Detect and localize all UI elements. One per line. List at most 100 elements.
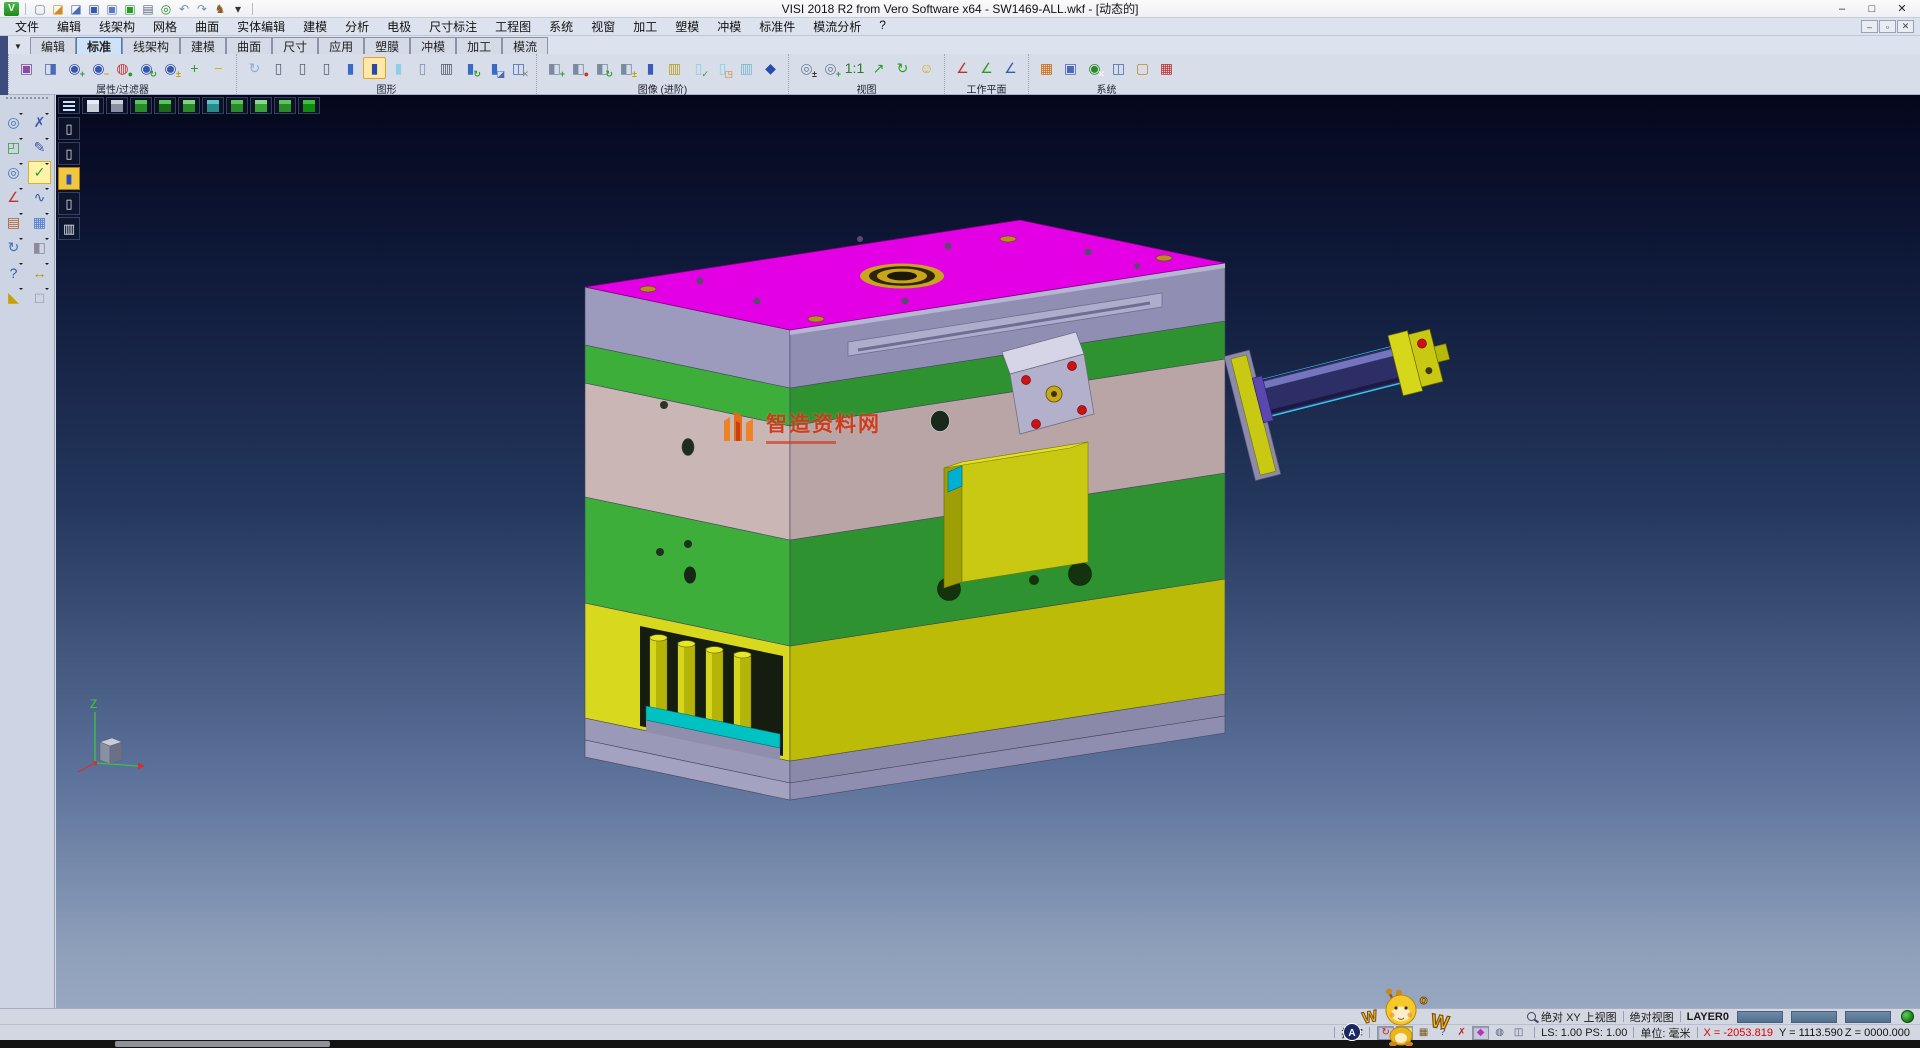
sidebar-tool-icon[interactable]: ◻ <box>28 286 51 309</box>
toolbar-icon[interactable]: ▮ <box>387 57 410 79</box>
toolbar-icon[interactable]: ◧ ↻ <box>591 57 614 79</box>
quick-access-icon[interactable]: ◪ <box>68 1 84 16</box>
toolbar-tab[interactable]: 加工 <box>456 37 502 54</box>
sidebar-tool-icon[interactable]: ↻ <box>2 236 25 259</box>
toolbar-icon[interactable]: ◉ ± <box>159 57 182 79</box>
render-mode-button[interactable]: ▯ <box>58 117 80 140</box>
quick-access-icon[interactable]: ▣ <box>122 1 138 16</box>
menu-item[interactable]: 编辑 <box>48 17 90 36</box>
fill-color-swatch[interactable] <box>1845 1011 1891 1023</box>
toolbar-icon[interactable]: ▮ ↻ <box>459 57 482 79</box>
render-mode-button[interactable]: ▥ <box>58 217 80 240</box>
toolbar-icon[interactable]: ▦ <box>1155 57 1178 79</box>
toolbar-tab[interactable]: 模流 <box>502 37 548 54</box>
quick-access-icon[interactable]: ▾ <box>230 1 246 16</box>
sidebar-tool-icon[interactable]: ◣ <box>2 286 25 309</box>
render-mode-button[interactable]: ▯ <box>58 192 80 215</box>
view-orientation-button[interactable] <box>250 97 272 114</box>
toolbar-icon[interactable]: ∠ <box>951 57 974 79</box>
sidebar-drag-handle[interactable] <box>6 97 48 105</box>
toolbar-tab[interactable]: 编辑 <box>30 37 76 54</box>
toolbar-icon[interactable]: ▥ <box>663 57 686 79</box>
sidebar-tool-icon[interactable]: ✗ <box>28 111 51 134</box>
menu-item[interactable]: 曲面 <box>186 17 228 36</box>
toolbar-icon[interactable]: ▯ <box>411 57 434 79</box>
toolbar-icon[interactable]: ▯ ✓ <box>687 57 710 79</box>
toolbar-icon[interactable]: ▮ ◪ <box>483 57 506 79</box>
taskbar-item[interactable] <box>115 1041 330 1047</box>
view-orientation-button[interactable] <box>226 97 248 114</box>
menu-item[interactable]: 塑模 <box>666 17 708 36</box>
toolbar-tab[interactable]: 尺寸 <box>272 37 318 54</box>
toolbar-tab[interactable]: 建模 <box>180 37 226 54</box>
toolbar-icon[interactable]: ▯ <box>315 57 338 79</box>
menu-item[interactable]: 文件 <box>6 17 48 36</box>
toolbar-tab[interactable]: 塑膜 <box>364 37 410 54</box>
toolbar-icon[interactable]: ▥ <box>435 57 458 79</box>
toolbar-icon[interactable]: ▯ <box>291 57 314 79</box>
globe-icon[interactable] <box>1901 1010 1914 1023</box>
view-orientation-button[interactable] <box>82 97 104 114</box>
render-mode-button[interactable]: ▮ <box>58 167 80 190</box>
window-control-button[interactable]: □ <box>1858 1 1886 16</box>
view-orientation-button[interactable] <box>202 97 224 114</box>
quick-access-icon[interactable]: ▣ <box>86 1 102 16</box>
menu-item[interactable]: 网格 <box>144 17 186 36</box>
menu-item[interactable]: 线架构 <box>90 17 144 36</box>
toolbar-icon[interactable]: ▮ <box>339 57 362 79</box>
quick-access-icon[interactable]: ◪ <box>50 1 66 16</box>
sidebar-tool-icon[interactable]: ? <box>2 261 25 284</box>
toolbar-icon[interactable]: ◆ <box>759 57 782 79</box>
search-icon[interactable] <box>1527 1012 1536 1021</box>
sidebar-tool-icon[interactable]: ◧ <box>28 236 51 259</box>
toolbar-icon[interactable]: ◧ ● <box>567 57 590 79</box>
toolbar-icon[interactable]: ◎ + <box>819 57 842 79</box>
mdi-window-button[interactable]: – <box>1861 20 1878 33</box>
toolbar-icon[interactable]: − <box>207 57 230 79</box>
toolbar-icon[interactable]: ◧ + <box>543 57 566 79</box>
sidebar-tool-icon[interactable]: ✓ <box>28 161 51 184</box>
toolbar-icon[interactable]: ◎ ± <box>795 57 818 79</box>
menu-item[interactable]: 标准件 <box>750 17 804 36</box>
toolbar-tab[interactable]: 应用 <box>318 37 364 54</box>
toolbar-icon[interactable]: ◉ ↻ <box>135 57 158 79</box>
3d-viewport[interactable]: Z <box>56 95 1920 1008</box>
toolbar-icon[interactable]: ▣ <box>15 57 38 79</box>
toolbar-icon[interactable]: ▣ <box>1059 57 1082 79</box>
view-orientation-button[interactable] <box>298 97 320 114</box>
toolbar-icon[interactable]: ◨ <box>39 57 62 79</box>
menu-item[interactable]: 工程图 <box>486 17 540 36</box>
sidebar-tool-icon[interactable]: ✎ <box>28 136 51 159</box>
view-menu-icon[interactable] <box>58 97 80 114</box>
toolbar-icon[interactable]: + <box>183 57 206 79</box>
toolbar-icon[interactable]: ▯ ◳ <box>711 57 734 79</box>
toolbar-icon[interactable]: ◉ + <box>63 57 86 79</box>
toolbar-icon[interactable]: ↗ <box>867 57 890 79</box>
toolbar-icon[interactable]: ◫ <box>1107 57 1130 79</box>
quick-access-icon[interactable]: ♞ <box>212 1 228 16</box>
toolbar-icon[interactable]: ◫ ✕ <box>507 57 530 79</box>
view-orientation-button[interactable] <box>154 97 176 114</box>
status-tool-icon[interactable]: ◫ <box>1510 1026 1527 1040</box>
quick-access-icon[interactable]: ◎ <box>158 1 174 16</box>
menu-item[interactable]: 实体编辑 <box>228 17 294 36</box>
view-reference-label[interactable]: 绝对视图 <box>1630 1009 1674 1025</box>
mdi-window-button[interactable]: ▫ <box>1879 20 1896 33</box>
view-orientation-button[interactable] <box>178 97 200 114</box>
view-mode-label[interactable]: 绝对 XY 上视图 <box>1541 1009 1617 1025</box>
active-layer-label[interactable]: LAYER0 <box>1687 1011 1729 1023</box>
menu-item[interactable]: 尺寸标注 <box>420 17 486 36</box>
sidebar-tool-icon[interactable]: ∿ <box>28 186 51 209</box>
line-color-swatch[interactable] <box>1791 1011 1837 1023</box>
sidebar-tool-icon[interactable]: ▤ <box>2 211 25 234</box>
toolbar-icon[interactable]: ◉ − <box>87 57 110 79</box>
status-tool-icon[interactable]: ◍ <box>1491 1026 1508 1040</box>
sidebar-tool-icon[interactable]: ↔ <box>28 261 51 284</box>
sidebar-tool-icon[interactable]: ◎ <box>2 111 25 134</box>
view-orientation-button[interactable] <box>106 97 128 114</box>
toolbar-icon[interactable]: ◍ ● <box>111 57 134 79</box>
quick-access-icon[interactable]: ↶ <box>176 1 192 16</box>
toolbar-icon[interactable]: ☺ <box>915 57 938 79</box>
toolbar-icon[interactable]: ▯ <box>267 57 290 79</box>
toolbar-icon[interactable]: 1:1 <box>843 57 866 79</box>
